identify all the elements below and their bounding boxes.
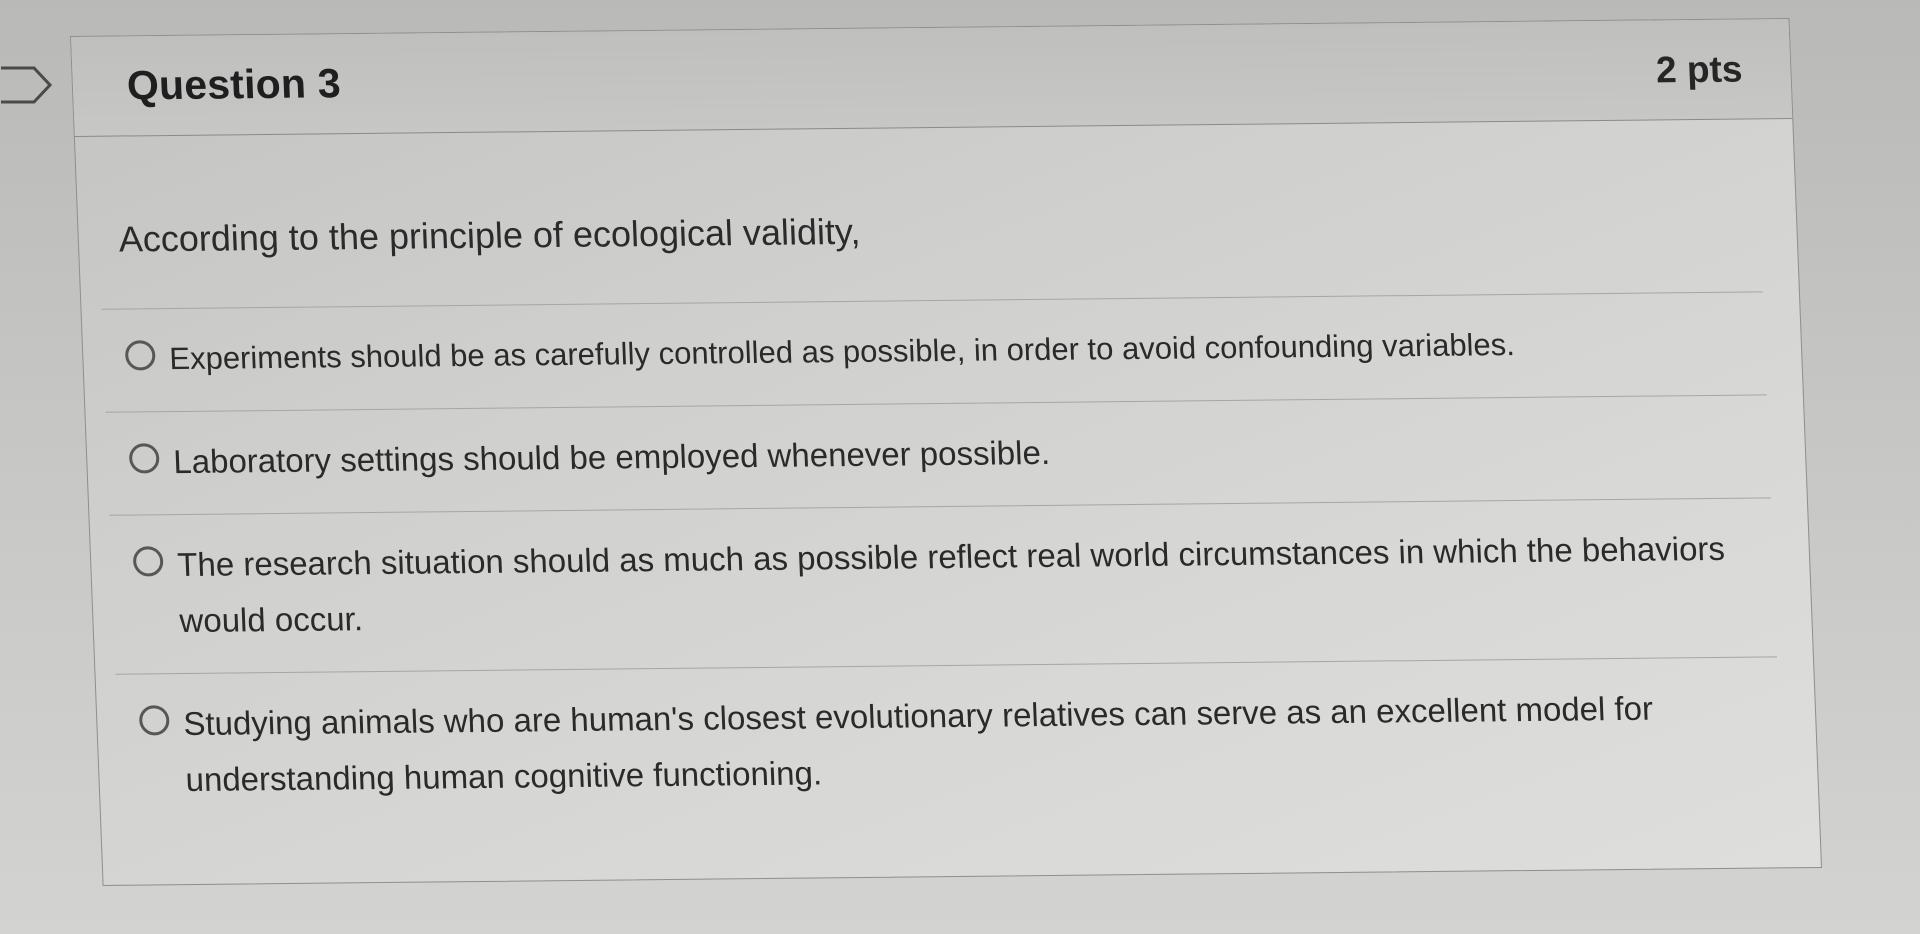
answer-option-label: Experiments should be as carefully contr… [168,326,1516,377]
flag-question-icon[interactable] [0,64,56,106]
answer-option[interactable]: Laboratory settings should be employed w… [105,395,1770,514]
radio-unselected-icon[interactable] [132,546,164,577]
answer-option-label: Studying animals who are human's closest… [182,689,1654,799]
answer-option[interactable]: Studying animals who are human's closest… [116,657,1784,838]
question-header: Question 3 2 pts [71,18,1793,137]
answer-option-label: The research situation should as much as… [176,529,1726,640]
question-prompt: According to the principle of ecological… [118,210,862,260]
question-card: Question 3 2 pts According to the princi… [70,17,1823,886]
radio-unselected-icon[interactable] [138,705,170,736]
radio-unselected-icon[interactable] [124,340,156,371]
question-points: 2 pts [1655,48,1744,90]
answer-list: Experiments should be as carefully contr… [101,291,1783,838]
radio-unselected-icon[interactable] [128,443,160,474]
answer-option[interactable]: The research situation should as much as… [109,498,1776,673]
question-body: According to the principle of ecological… [75,119,1819,839]
answer-option-label: Laboratory settings should be employed w… [172,433,1051,481]
question-title: Question 3 [126,60,342,109]
answer-option[interactable]: Experiments should be as carefully contr… [102,292,1767,411]
